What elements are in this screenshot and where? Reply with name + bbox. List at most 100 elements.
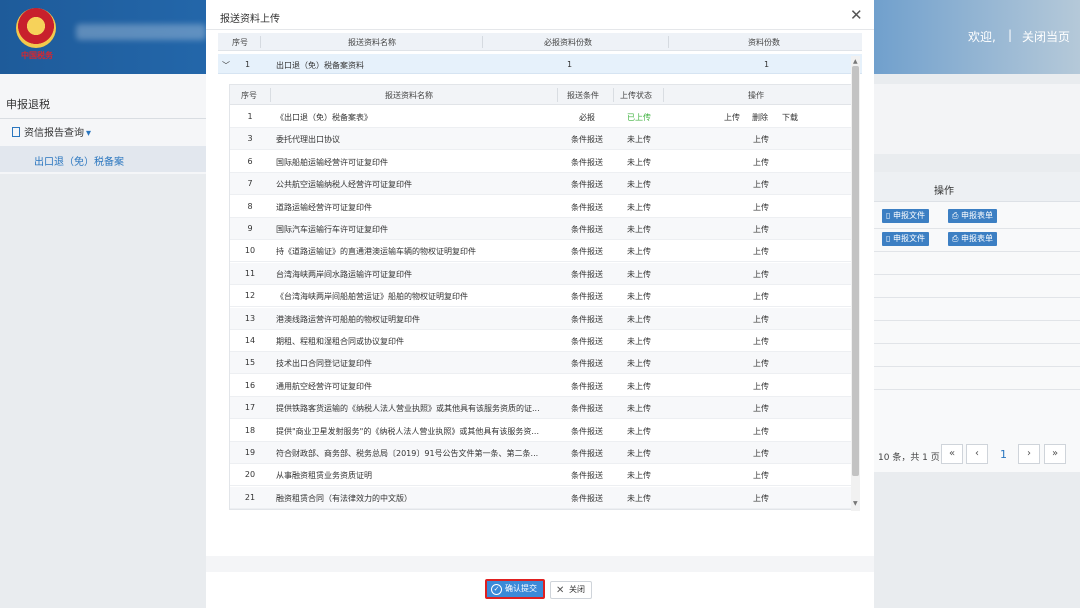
row-material-name: 从事融资租赁业务资质证明 [276, 471, 372, 481]
row-material-name: 期租、程租和湿租合同或协议复印件 [276, 337, 404, 346]
row-condition: 条件报送 [571, 180, 603, 190]
row-condition: 条件报送 [571, 157, 603, 167]
close-icon[interactable]: ✕ [850, 6, 863, 24]
row-seq: 12 [244, 291, 256, 301]
delete-link[interactable]: 删除 [752, 112, 768, 123]
outer-header-name: 报送资料名称 [348, 38, 396, 47]
row-condition: 条件报送 [571, 247, 603, 257]
modal-header: 报送资料上传 ✕ [206, 0, 874, 30]
row-condition: 条件报送 [571, 314, 603, 324]
upload-link[interactable]: 上传 [753, 291, 769, 302]
close-page-link[interactable]: 关闭当页 [1022, 28, 1070, 45]
welcome-text: 欢迎, [968, 30, 996, 44]
last-page-button[interactable]: » [1044, 444, 1066, 464]
upload-link[interactable]: 上传 [753, 202, 769, 213]
table-row: 16 通用航空经营许可证复印件 条件报送 未上传 上传 [230, 375, 851, 397]
table-row-divider [874, 297, 1080, 298]
upload-link[interactable]: 上传 [753, 157, 769, 168]
prev-page-button[interactable]: ‹ [966, 444, 988, 464]
operation-column-header: 操作 [874, 172, 1080, 202]
upload-link[interactable]: 上传 [753, 134, 769, 145]
scroll-up-icon[interactable]: ▲ [853, 58, 858, 65]
column-separator [270, 88, 271, 102]
upload-link[interactable]: 上传 [753, 470, 769, 481]
upload-link[interactable]: 上传 [753, 493, 769, 504]
table-row: 11 台湾海峡两岸间水路运输许可证复印件 条件报送 未上传 上传 [230, 262, 851, 285]
table-row: 17 提供铁路客货运输的《纳税人法人营业执照》或其他具有该服务资质的证... 条件报… [230, 397, 851, 420]
current-page-number[interactable]: 1 [1000, 448, 1007, 461]
caret-down-icon: ▾ [86, 128, 92, 139]
row-seq: 20 [244, 470, 256, 480]
sidebar-divider [0, 118, 206, 119]
row-material-name: 符合财政部、商务部、税务总局〔2019〕91号公告文件第一条、第二条... [276, 449, 539, 458]
row-upload-status: 未上传 [627, 314, 651, 324]
tax-emblem-icon [16, 8, 56, 48]
row-upload-status: 未上传 [627, 269, 651, 279]
table-row-divider [874, 274, 1080, 275]
row-seq: 19 [244, 448, 256, 457]
row-seq: 9 [247, 224, 253, 233]
upload-link[interactable]: 上传 [753, 448, 769, 459]
table-row-divider [874, 343, 1080, 344]
chevron-down-icon[interactable]: ﹀ [222, 60, 230, 71]
upload-link[interactable]: 上传 [753, 381, 769, 392]
table-row: 9 国际汽车运输行车许可证复印件 条件报送 未上传 上传 [230, 218, 851, 240]
outer-row-count: 1 [764, 60, 770, 69]
scroll-down-icon[interactable]: ▼ [853, 500, 858, 507]
row-seq: 6 [247, 156, 253, 166]
sidebar-item-export-filing[interactable]: 出口退（免）税备案 [0, 146, 206, 172]
header-separator: | [1008, 28, 1013, 42]
sidebar-section-title: 申报退税 [6, 98, 50, 111]
row-upload-status: 未上传 [627, 202, 651, 212]
inner-header-cond: 报送条件 [567, 91, 599, 100]
pager-summary: 10 条，共 1 页 [878, 453, 940, 463]
upload-link[interactable]: 上传 [753, 269, 769, 280]
sidebar-overlay [0, 174, 206, 608]
close-button[interactable]: ✕ 关闭 [550, 581, 592, 599]
declare-file-button[interactable]: ▯ 申报文件 [882, 232, 929, 246]
row-condition: 条件报送 [571, 359, 603, 369]
outer-table-row[interactable]: ﹀ 1 出口退（免）税备案资料 1 1 [218, 54, 862, 74]
row-seq: 11 [244, 268, 256, 278]
table-row-divider [874, 320, 1080, 321]
table-row: 21 融资租赁合同（有法律效力的中文版） 条件报送 未上传 上传 [230, 486, 851, 509]
column-separator [482, 36, 483, 48]
upload-link[interactable]: 上传 [753, 314, 769, 325]
upload-link[interactable]: 上传 [753, 336, 769, 347]
table-row-divider [874, 366, 1080, 367]
column-separator [557, 88, 558, 102]
first-page-button[interactable]: « [941, 444, 963, 464]
column-separator [613, 88, 614, 102]
column-separator [668, 36, 669, 48]
declare-form-button[interactable]: ⎙ 申报表单 [948, 209, 997, 223]
upload-link[interactable]: 上传 [724, 112, 740, 123]
upload-link[interactable]: 上传 [753, 246, 769, 257]
row-upload-status: 未上传 [627, 359, 651, 369]
download-link[interactable]: 下载 [782, 112, 798, 123]
table-row: 15 技术出口合同登记证复印件 条件报送 未上传 上传 [230, 352, 851, 375]
row-condition: 条件报送 [571, 381, 603, 391]
declare-file-button[interactable]: ▯ 申报文件 [882, 209, 929, 223]
row-condition: 条件报送 [571, 404, 603, 414]
row-material-name: 港澳线路运营许可船舶的物权证明复印件 [276, 314, 420, 324]
confirm-submit-button[interactable]: ✓ 确认提交 [485, 579, 545, 599]
inner-materials-table: 序号 报送资料名称 报送条件 上传状态 操作 1 《出口退（免）税备案表》 必报 已上… [229, 84, 852, 510]
row-material-name: 国际船舶运输经营许可证复印件 [276, 157, 388, 167]
upload-link[interactable]: 上传 [753, 358, 769, 369]
row-material-name: 委托代理出口协议 [276, 135, 340, 145]
row-upload-status: 未上传 [627, 157, 651, 167]
row-upload-status: 未上传 [627, 449, 651, 458]
sidebar-menu-credit-report[interactable]: 资信报告查询 ▾ [12, 124, 91, 139]
upload-link[interactable]: 上传 [753, 426, 769, 437]
next-page-button[interactable]: › [1018, 444, 1040, 464]
upload-link[interactable]: 上传 [753, 179, 769, 190]
row-condition: 条件报送 [571, 426, 603, 436]
row-condition: 条件报送 [571, 292, 603, 302]
upload-link[interactable]: 上传 [753, 403, 769, 414]
row-seq: 15 [244, 358, 256, 368]
scrollbar-thumb[interactable] [852, 66, 859, 476]
upload-link[interactable]: 上传 [753, 224, 769, 235]
modal-scrollbar[interactable]: ▲ ▼ [851, 56, 860, 511]
table-row: 20 从事融资租赁业务资质证明 条件报送 未上传 上传 [230, 464, 851, 487]
declare-form-button[interactable]: ⎙ 申报表单 [948, 232, 997, 246]
